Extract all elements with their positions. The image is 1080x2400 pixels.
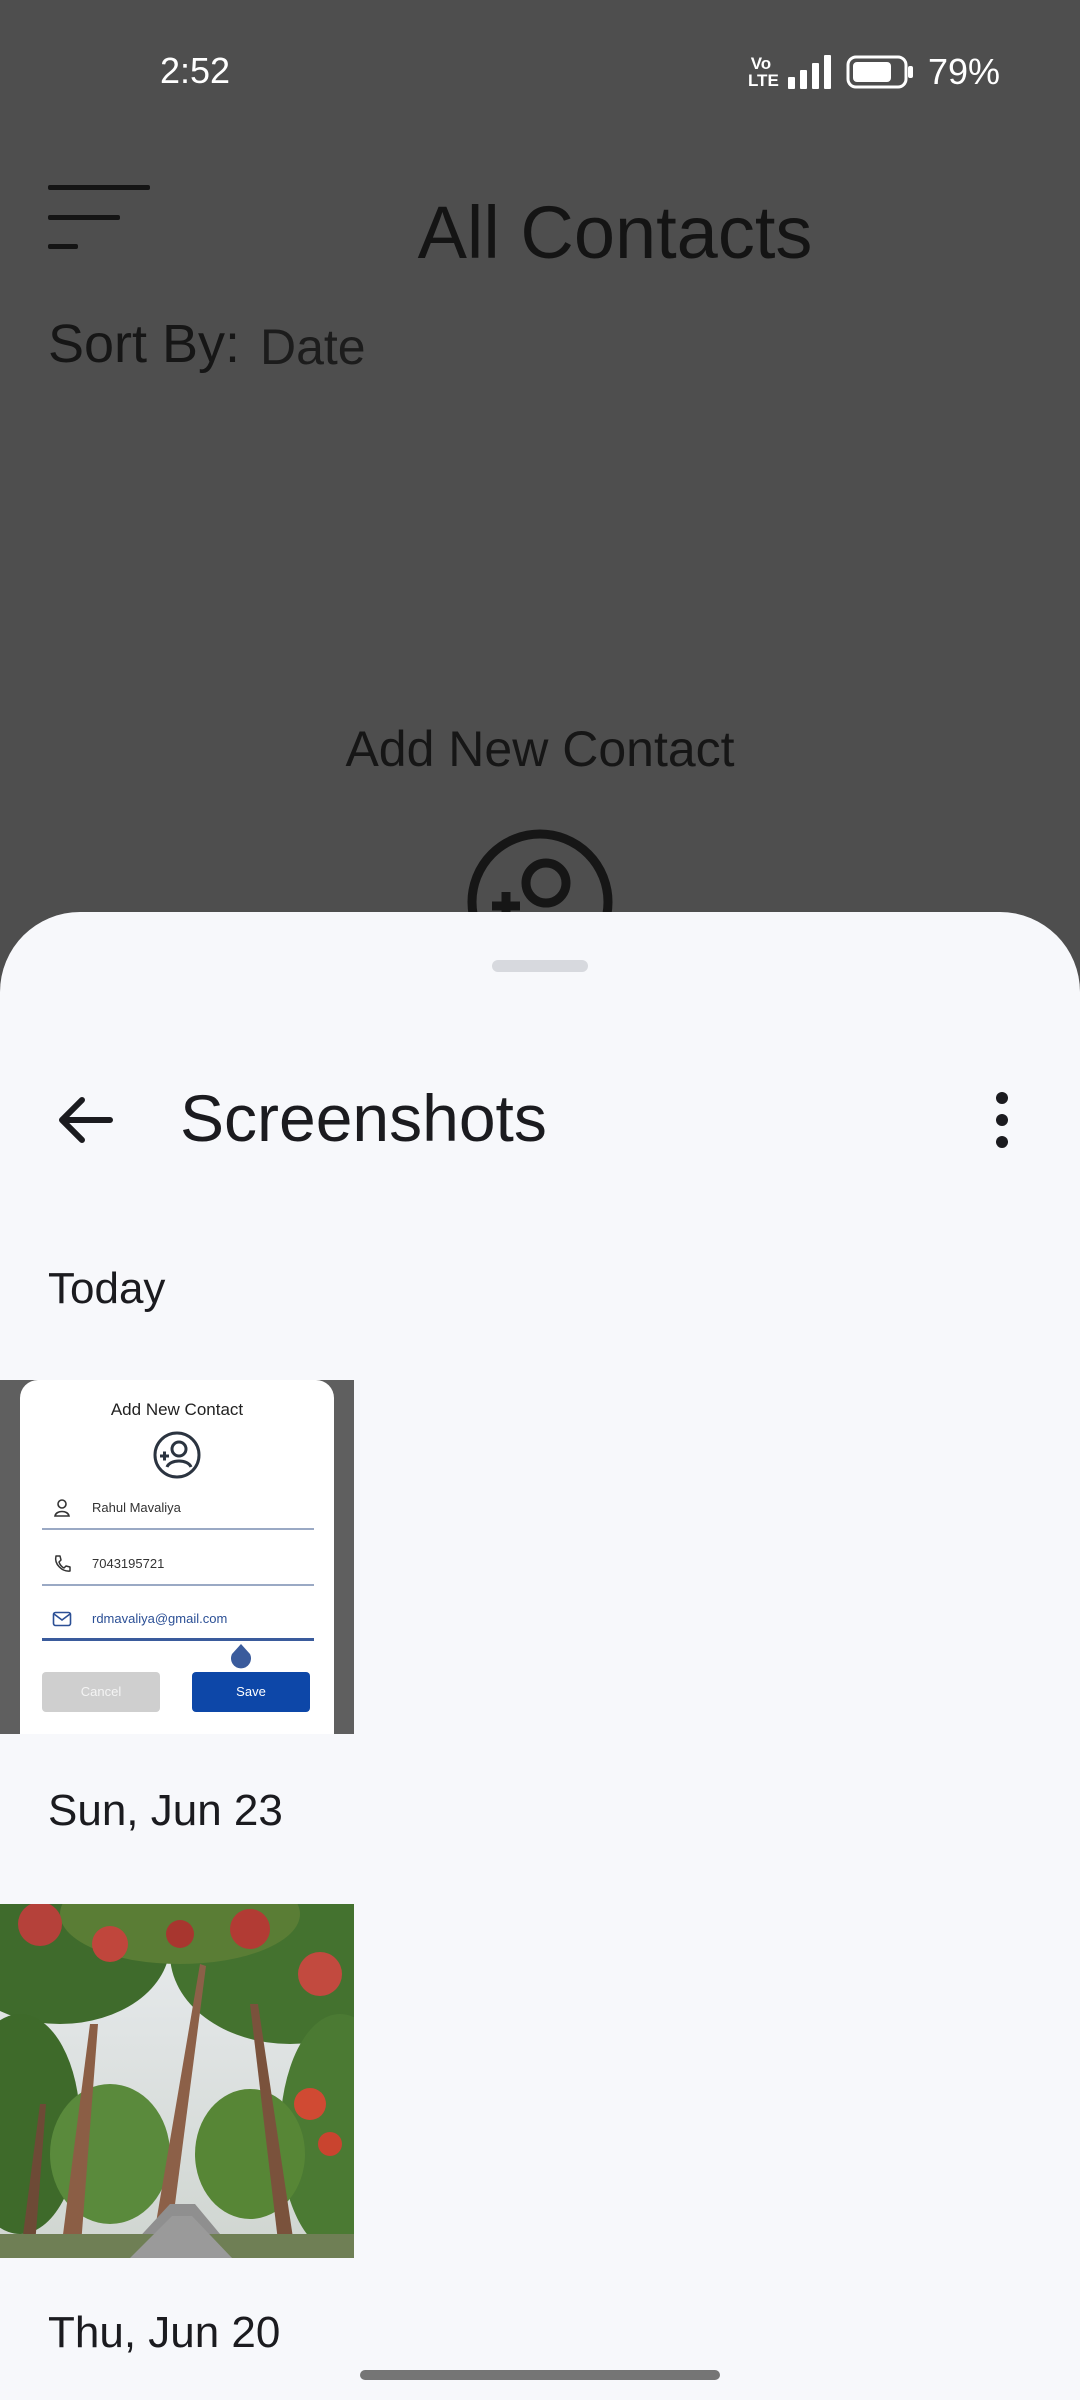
status-icons: Vo LTE 79%	[748, 50, 1000, 94]
volte-bottom: LTE	[747, 71, 779, 90]
more-vert-icon[interactable]	[984, 1088, 1020, 1152]
page-title: All Contacts	[417, 191, 813, 274]
date-header-today: Today	[48, 1264, 166, 1313]
phone-icon	[54, 1555, 71, 1572]
sort-label: Sort By:	[48, 314, 241, 374]
drag-handle[interactable]	[492, 960, 588, 972]
sort-value[interactable]: Date	[260, 318, 366, 376]
gesture-nav-bar[interactable]	[360, 2370, 720, 2380]
person-icon	[54, 1499, 70, 1517]
email-value: rdmavaliya@gmail.com	[92, 1611, 228, 1626]
add-new-contact-label: Add New Contact	[345, 721, 735, 777]
screenshots-sheet: Screenshots Today Add New Contact Rahul …	[0, 912, 1080, 2400]
screen: All Contacts Sort By: Date Add New Conta…	[0, 0, 1080, 2400]
name-field: Rahul Mavaliya	[42, 1490, 314, 1530]
thumbnail-card: Add New Contact Rahul Mavaliya 704319572…	[20, 1380, 334, 1734]
thumbnail-cancel-button: Cancel	[42, 1672, 160, 1712]
text-cursor-handle-icon	[231, 1644, 251, 1669]
phone-value: 7043195721	[92, 1556, 165, 1571]
signal-icon	[787, 55, 831, 89]
date-header-jun-23: Sun, Jun 23	[48, 1786, 283, 1835]
add-contact-icon	[153, 1431, 201, 1479]
name-value: Rahul Mavaliya	[92, 1500, 181, 1515]
email-field: rdmavaliya@gmail.com	[42, 1601, 314, 1641]
mail-icon	[52, 1611, 72, 1627]
phone-field: 7043195721	[42, 1546, 314, 1586]
thumbnail-save-button: Save	[192, 1672, 310, 1712]
battery-percent: 79%	[927, 51, 1000, 92]
status-bar: 2:52 Vo LTE 79%	[0, 0, 1080, 145]
photo-thumbnail[interactable]	[0, 1904, 354, 2258]
volte-badge: Vo LTE	[747, 54, 779, 90]
sheet-title: Screenshots	[180, 1081, 547, 1155]
tree-photo	[0, 1904, 354, 2258]
date-header-jun-20: Thu, Jun 20	[48, 2308, 281, 2357]
screenshot-thumbnail[interactable]: Add New Contact Rahul Mavaliya 704319572…	[0, 1380, 354, 1734]
status-time: 2:52	[160, 50, 231, 91]
thumbnail-card-title: Add New Contact	[110, 1400, 244, 1419]
back-arrow-icon[interactable]	[52, 1088, 116, 1152]
battery-icon	[846, 55, 913, 89]
volte-top: Vo	[750, 54, 772, 73]
